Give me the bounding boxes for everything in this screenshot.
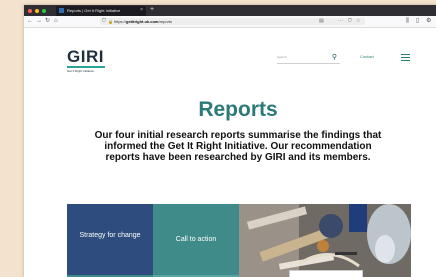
close-tab-icon[interactable]: × xyxy=(140,7,143,13)
logo-subtitle: Get It Right Initiative xyxy=(67,69,95,73)
card-label: Call to action xyxy=(175,236,217,243)
new-tab-button[interactable]: + xyxy=(150,5,154,15)
bookmark-star-icon[interactable]: ☆ xyxy=(356,18,360,25)
web-page: GIRI Get It Right Initiative Search ⚲ Co… xyxy=(24,28,436,277)
site-logo[interactable]: GIRI Get It Right Initiative xyxy=(67,48,105,73)
reload-icon[interactable]: ↻ xyxy=(45,17,50,26)
search-input[interactable]: Search ⚲ xyxy=(277,54,340,64)
more-actions-icon[interactable]: ··· xyxy=(338,18,343,25)
report-photo xyxy=(239,204,411,277)
reader-view-icon[interactable]: ▤ xyxy=(319,18,324,25)
pocket-icon[interactable]: ⛉ xyxy=(348,18,352,25)
lock-icon[interactable]: 🔒 xyxy=(108,18,113,25)
page-title: Reports xyxy=(198,98,278,121)
shield-icon[interactable]: ⛉ xyxy=(102,18,106,25)
tab-reports[interactable]: Reports | Get It Right Initiative × xyxy=(56,6,146,16)
photo-caption-box xyxy=(289,270,363,277)
minimize-window-button[interactable] xyxy=(35,9,39,13)
library-icon[interactable]: ⫼ xyxy=(406,17,409,26)
zoom-window-button[interactable] xyxy=(42,9,46,13)
tab-bar: Reports | Get It Right Initiative × + xyxy=(24,5,436,16)
card-call-to-action[interactable]: Call to action xyxy=(153,204,239,277)
back-icon[interactable]: ← xyxy=(27,17,33,26)
close-window-button[interactable] xyxy=(28,9,32,13)
search-placeholder: Search xyxy=(277,55,287,59)
tab-title: Reports | Get It Right Initiative xyxy=(67,8,121,13)
search-icon[interactable]: ⚲ xyxy=(332,54,337,62)
address-bar[interactable]: ⛉ 🔒 https://getitright.uk.com/reports ▤ … xyxy=(100,18,365,25)
logo-underline xyxy=(67,66,105,68)
card-label: Strategy for change xyxy=(79,232,141,239)
navigation-toolbar: ← → ↻ ⌂ ⛉ 🔒 https://getitright.uk.com/re… xyxy=(24,16,436,28)
sidebar-icon[interactable]: ▯ xyxy=(416,17,419,26)
favicon-icon xyxy=(59,8,64,13)
url-text: https://getitright.uk.com/reports xyxy=(114,19,173,24)
browser-window: Reports | Get It Right Initiative × + ← … xyxy=(24,5,436,277)
card-strategy-for-change[interactable]: Strategy for change xyxy=(67,204,153,277)
extensions-icon[interactable]: ⚙ xyxy=(426,17,431,26)
forward-icon[interactable]: → xyxy=(36,17,42,26)
home-icon[interactable]: ⌂ xyxy=(54,17,58,26)
contact-link[interactable]: Contact xyxy=(360,54,374,59)
menu-icon[interactable] xyxy=(401,54,410,63)
intro-text: Our four initial research reports summar… xyxy=(94,130,382,163)
logo-text: GIRI xyxy=(67,47,104,66)
construction-photo-image xyxy=(239,204,411,277)
